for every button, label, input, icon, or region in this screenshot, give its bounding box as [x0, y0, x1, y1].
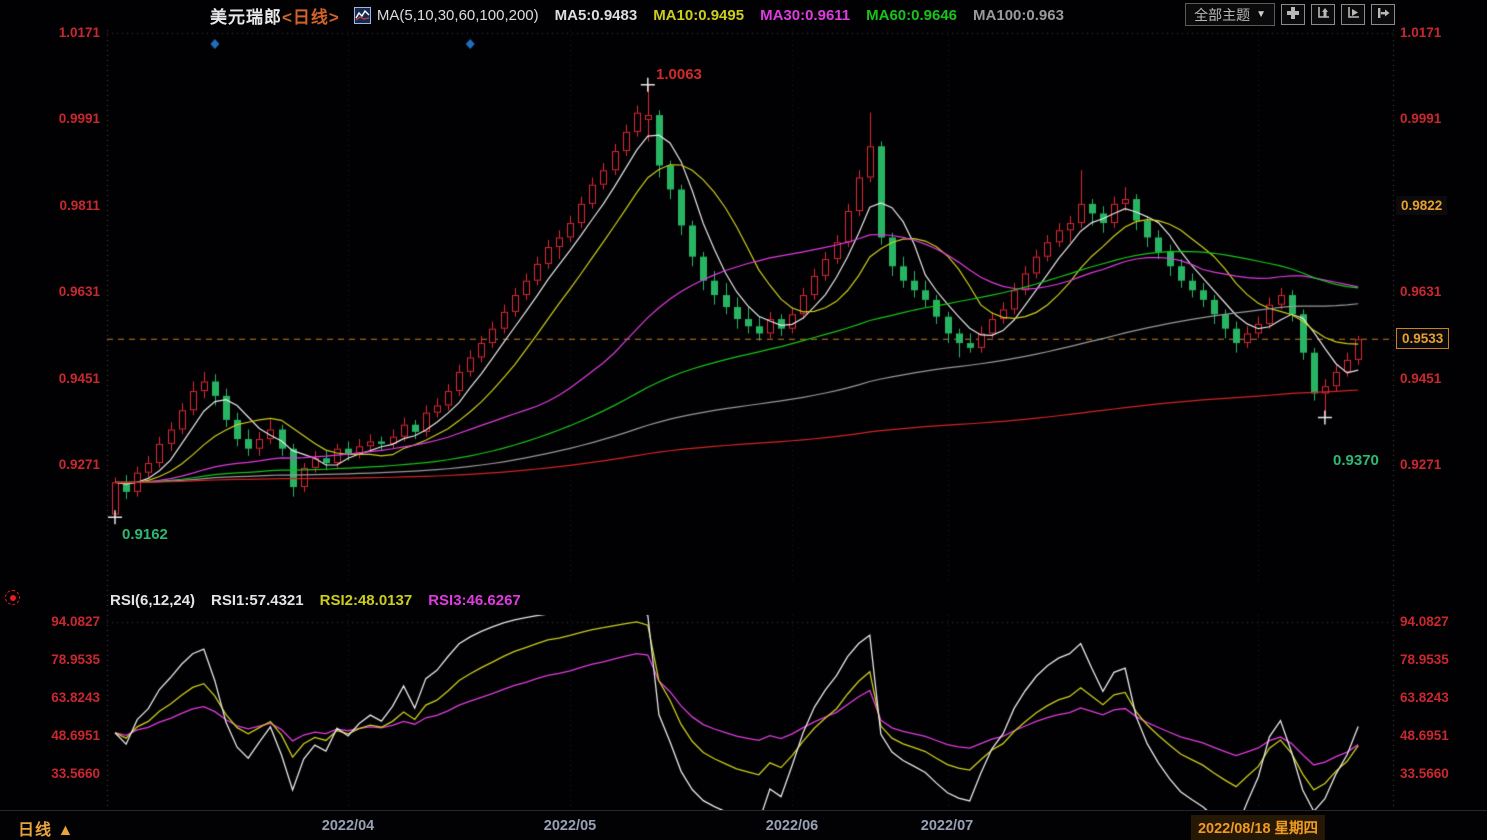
upper-price-marker-box: 0.9822 [1396, 196, 1447, 215]
price-tick-right: 0.9631 [1400, 284, 1441, 299]
peak-price-annotation: 1.0063 [656, 66, 702, 83]
ma-settings-label: MA(5,10,30,60,100,200) [377, 7, 539, 24]
month-label: 2022/06 [766, 818, 818, 834]
theme-dropdown-label: 全部主题 [1194, 5, 1250, 25]
period-tag: <日线> [282, 8, 340, 27]
rsi-tick-right: 78.9535 [1400, 652, 1449, 667]
exit-right-arrow-icon [1376, 6, 1390, 23]
rsi-tick-right: 33.5660 [1400, 766, 1449, 781]
trading-chart-window: 美元瑞郎<日线> MA(5,10,30,60,100,200) MA5:0.94… [0, 0, 1487, 840]
ma60-value: MA60:0.9646 [866, 7, 957, 24]
x-axis-play-icon [1346, 6, 1360, 23]
zoom-y-axis-button[interactable] [1311, 4, 1335, 25]
zoom-x-axis-button[interactable] [1341, 4, 1365, 25]
price-tick-left: 0.9451 [4, 371, 100, 386]
chart-type-icon[interactable] [354, 7, 371, 24]
price-tick-left: 0.9271 [4, 457, 100, 472]
rsi-header: RSI(6,12,24) RSI1:57.4321 RSI2:48.0137 R… [0, 588, 1487, 612]
rsi-tick-right: 48.6951 [1400, 728, 1449, 743]
ma10-value: MA10:0.9495 [653, 7, 744, 24]
price-tick-left: 0.9631 [4, 284, 100, 299]
symbol-name: 美元瑞郎 [210, 8, 282, 27]
instrument-title: 美元瑞郎<日线> [210, 3, 340, 28]
price-tick-left: 0.9811 [4, 198, 100, 213]
price-tick-right: 0.9451 [1400, 371, 1441, 386]
month-label: 2022/04 [322, 818, 374, 834]
chevron-down-icon: ▼ [1256, 9, 1266, 20]
rsi-tick-left: 94.0827 [4, 614, 100, 629]
trough-price-annotation: 0.9370 [1333, 452, 1379, 469]
rsi1-value: RSI1:57.4321 [211, 592, 304, 609]
rsi2-value: RSI2:48.0137 [320, 592, 413, 609]
triangle-up-icon: ▲ [57, 822, 74, 839]
rsi-tick-right: 63.8243 [1400, 690, 1449, 705]
time-axis-bar: 日线 ▲ 2022/04 2022/05 2022/06 2022/07 202… [0, 810, 1487, 840]
rsi-tick-left: 48.6951 [4, 728, 100, 743]
price-tick-right: 1.0171 [1400, 25, 1441, 40]
rsi-settings-label: RSI(6,12,24) [110, 592, 195, 609]
ma100-value: MA100:0.963 [973, 7, 1064, 24]
rsi-tick-left: 33.5660 [4, 766, 100, 781]
ma30-value: MA30:0.9611 [760, 7, 850, 24]
rsi3-value: RSI3:46.6267 [428, 592, 521, 609]
month-label: 2022/05 [544, 818, 596, 834]
pan-move-button[interactable] [1281, 4, 1305, 25]
start-low-annotation: 0.9162 [122, 526, 168, 543]
month-label: 2022/07 [921, 818, 973, 834]
y-axis-arrow-icon [1316, 6, 1330, 23]
ma5-value: MA5:0.9483 [555, 7, 638, 24]
price-tick-right: 0.9271 [1400, 457, 1441, 472]
theme-dropdown[interactable]: 全部主题 ▼ [1185, 3, 1275, 26]
toolbar: 全部主题 ▼ [1185, 3, 1395, 26]
rsi-tick-right: 94.0827 [1400, 614, 1449, 629]
price-tick-right: 0.9991 [1400, 111, 1441, 126]
last-price-box: 0.9533 [1396, 328, 1449, 349]
indicator-dot-icon[interactable] [5, 590, 20, 605]
candlestick-chart-canvas[interactable] [0, 0, 1487, 840]
move-cross-icon [1286, 6, 1300, 23]
collapse-panel-button[interactable] [1371, 4, 1395, 25]
rsi-tick-left: 78.9535 [4, 652, 100, 667]
rsi-tick-left: 63.8243 [4, 690, 100, 705]
price-tick-left: 0.9991 [4, 111, 100, 126]
period-selector-button[interactable]: 日线 ▲ [18, 816, 74, 840]
price-tick-left: 1.0171 [4, 25, 100, 40]
current-date-label: 2022/08/18 星期四 [1191, 815, 1325, 840]
